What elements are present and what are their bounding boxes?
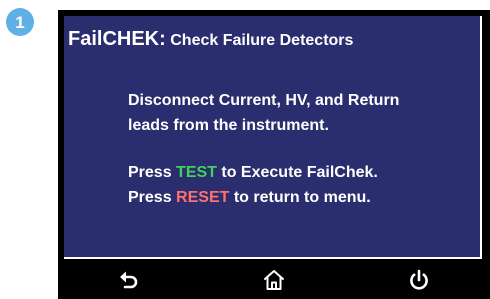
step-number-badge: 1 <box>6 8 34 36</box>
failchek-screen: FailCHEK: Check Failure Detectors Discon… <box>64 16 482 259</box>
instruction-line-test: Press TEST to Execute FailChek. <box>128 160 399 185</box>
screen-title-bold: FailCHEK: <box>68 28 166 50</box>
line-reset-prefix: Press <box>128 189 177 206</box>
device-display: FailCHEK: Check Failure Detectors Discon… <box>58 10 490 299</box>
power-icon <box>410 269 428 290</box>
home-button[interactable] <box>258 265 290 295</box>
reset-keyword: RESET <box>176 189 230 206</box>
instruction-line-1: Disconnect Current, HV, and Return <box>128 92 400 109</box>
page: 1 FailCHEK: Check Failure Detectors Disc… <box>0 0 490 299</box>
bottom-nav-bar <box>58 261 490 299</box>
test-keyword: TEST <box>176 164 217 181</box>
step-number: 1 <box>15 12 25 32</box>
back-button[interactable] <box>113 265 145 295</box>
back-icon <box>120 271 138 289</box>
line-reset-suffix: to return to menu. <box>229 189 371 206</box>
screen-title: FailCHEK: Check Failure Detectors <box>68 28 353 51</box>
line-test-prefix: Press <box>128 164 177 181</box>
power-button[interactable] <box>403 265 435 295</box>
instruction-line-2: leads from the instrument. <box>128 117 329 134</box>
home-icon <box>264 270 284 290</box>
instructions: Disconnect Current, HV, and Return leads… <box>128 88 399 210</box>
instruction-line-reset: Press RESET to return to menu. <box>128 185 399 210</box>
line-test-suffix: to Execute FailChek. <box>216 164 378 181</box>
screen-title-rest: Check Failure Detectors <box>165 32 354 49</box>
